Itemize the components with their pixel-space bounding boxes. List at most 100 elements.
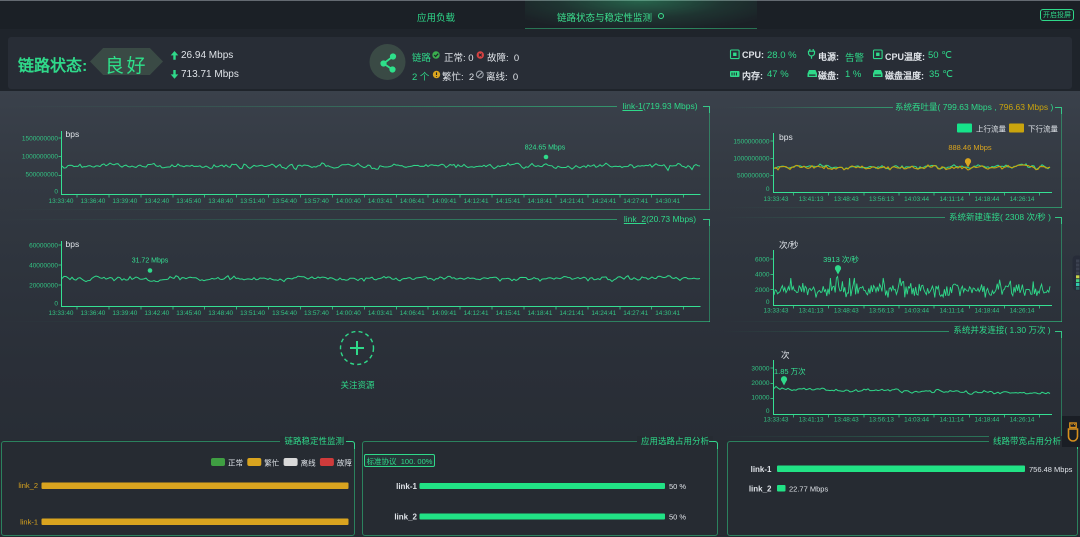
svg-text:13:36:40: 13:36:40 bbox=[80, 310, 105, 317]
svg-text:13:51:40: 13:51:40 bbox=[240, 310, 265, 317]
svg-text:14:03:44: 14:03:44 bbox=[904, 308, 929, 315]
svg-text:14:11:14: 14:11:14 bbox=[940, 196, 965, 203]
svg-text:14:09:41: 14:09:41 bbox=[432, 310, 457, 317]
svg-text:40000000: 40000000 bbox=[29, 263, 58, 270]
svg-text:10000: 10000 bbox=[751, 395, 769, 402]
svg-text:13:57:40: 13:57:40 bbox=[304, 310, 329, 317]
svg-text:13:48:43: 13:48:43 bbox=[834, 196, 859, 203]
svg-text:13:41:13: 13:41:13 bbox=[799, 308, 824, 315]
svg-text:14:24:41: 14:24:41 bbox=[591, 310, 616, 317]
svg-text:13:42:40: 13:42:40 bbox=[144, 310, 169, 317]
svg-text:13:33:43: 13:33:43 bbox=[764, 196, 789, 203]
svg-text:13:41:13: 13:41:13 bbox=[799, 196, 824, 203]
svg-text:14:26:14: 14:26:14 bbox=[1010, 417, 1035, 424]
svg-text:13:33:40: 13:33:40 bbox=[49, 310, 74, 317]
svg-text:0: 0 bbox=[766, 299, 770, 306]
svg-text:13:39:40: 13:39:40 bbox=[112, 310, 137, 317]
svg-text:13:45:40: 13:45:40 bbox=[176, 310, 201, 317]
svg-text:link_2: link_2 bbox=[749, 485, 772, 494]
svg-text:50 %: 50 % bbox=[669, 513, 686, 522]
svg-text:13:56:13: 13:56:13 bbox=[869, 196, 894, 203]
svg-text:次: 次 bbox=[781, 350, 790, 360]
svg-text:13:45:40: 13:45:40 bbox=[176, 198, 201, 205]
svg-text:1000000000: 1000000000 bbox=[22, 154, 59, 161]
svg-text:14:15:41: 14:15:41 bbox=[496, 310, 521, 317]
svg-text:4000: 4000 bbox=[755, 272, 770, 279]
svg-text:14:11:14: 14:11:14 bbox=[940, 417, 965, 424]
svg-text:14:03:41: 14:03:41 bbox=[368, 198, 393, 205]
svg-text:bps: bps bbox=[779, 132, 793, 142]
svg-text:6000: 6000 bbox=[755, 257, 770, 264]
svg-text:14:26:14: 14:26:14 bbox=[1010, 308, 1035, 315]
svg-text:14:00:40: 14:00:40 bbox=[336, 310, 361, 317]
svg-text:13:39:40: 13:39:40 bbox=[112, 198, 137, 205]
svg-text:20000: 20000 bbox=[751, 380, 769, 387]
svg-text:link-1: link-1 bbox=[20, 518, 38, 527]
svg-text:20000000: 20000000 bbox=[29, 283, 58, 290]
svg-text:13:56:13: 13:56:13 bbox=[869, 417, 894, 424]
svg-text:2000: 2000 bbox=[755, 287, 770, 294]
svg-text:14:21:41: 14:21:41 bbox=[559, 198, 584, 205]
svg-text:500000000: 500000000 bbox=[25, 172, 58, 179]
svg-text:14:30:41: 14:30:41 bbox=[655, 198, 680, 205]
svg-text:1500000000: 1500000000 bbox=[733, 139, 770, 146]
svg-text:1.85 万次: 1.85 万次 bbox=[774, 366, 806, 376]
svg-text:14:18:41: 14:18:41 bbox=[528, 310, 553, 317]
svg-text:14:11:14: 14:11:14 bbox=[940, 308, 965, 315]
svg-text:离线: 离线 bbox=[301, 458, 316, 468]
svg-text:13:57:40: 13:57:40 bbox=[304, 198, 329, 205]
svg-text:13:33:40: 13:33:40 bbox=[49, 198, 74, 205]
svg-text:13:54:40: 13:54:40 bbox=[272, 310, 297, 317]
svg-text:关注资源: 关注资源 bbox=[340, 380, 375, 390]
svg-text:14:00:40: 14:00:40 bbox=[336, 198, 361, 205]
svg-text:bps: bps bbox=[66, 239, 80, 249]
svg-text:3913 次/秒: 3913 次/秒 bbox=[823, 254, 859, 264]
svg-text:14:26:14: 14:26:14 bbox=[1010, 196, 1035, 203]
svg-text:14:27:41: 14:27:41 bbox=[623, 198, 648, 205]
svg-text:13:48:40: 13:48:40 bbox=[208, 198, 233, 205]
svg-text:0: 0 bbox=[54, 301, 58, 308]
svg-text:14:12:41: 14:12:41 bbox=[464, 310, 489, 317]
svg-text:60000000: 60000000 bbox=[29, 243, 58, 250]
svg-text:13:48:43: 13:48:43 bbox=[834, 308, 859, 315]
svg-text:500000000: 500000000 bbox=[737, 173, 770, 180]
svg-text:14:09:41: 14:09:41 bbox=[432, 198, 457, 205]
svg-text:0: 0 bbox=[766, 186, 770, 193]
svg-text:13:48:40: 13:48:40 bbox=[208, 310, 233, 317]
svg-text:繁忙: 繁忙 bbox=[264, 458, 279, 468]
svg-text:14:18:44: 14:18:44 bbox=[974, 417, 999, 424]
svg-text:14:30:41: 14:30:41 bbox=[655, 310, 680, 317]
svg-text:13:36:40: 13:36:40 bbox=[80, 198, 105, 205]
svg-text:14:18:44: 14:18:44 bbox=[974, 196, 999, 203]
svg-text:13:56:13: 13:56:13 bbox=[869, 308, 894, 315]
svg-text:次/秒: 次/秒 bbox=[779, 240, 799, 250]
svg-text:14:06:41: 14:06:41 bbox=[400, 310, 425, 317]
svg-text:13:33:43: 13:33:43 bbox=[764, 308, 789, 315]
svg-text:13:51:40: 13:51:40 bbox=[240, 198, 265, 205]
svg-text:14:18:41: 14:18:41 bbox=[528, 198, 553, 205]
svg-text:22.77 Mbps: 22.77 Mbps bbox=[789, 485, 828, 494]
svg-text:1500000000: 1500000000 bbox=[22, 136, 59, 143]
svg-text:13:54:40: 13:54:40 bbox=[272, 198, 297, 205]
svg-text:14:03:44: 14:03:44 bbox=[904, 417, 929, 424]
svg-text:14:21:41: 14:21:41 bbox=[559, 310, 584, 317]
svg-text:13:33:43: 13:33:43 bbox=[764, 417, 789, 424]
svg-text:1000000000: 1000000000 bbox=[733, 156, 770, 163]
svg-text:link_2: link_2 bbox=[18, 481, 38, 490]
svg-text:31.72 Mbps: 31.72 Mbps bbox=[132, 258, 169, 265]
svg-text:888.46 Mbps: 888.46 Mbps bbox=[948, 143, 992, 152]
svg-text:0: 0 bbox=[766, 408, 770, 415]
svg-text:bps: bps bbox=[66, 129, 80, 139]
svg-text:link-1: link-1 bbox=[396, 482, 417, 491]
svg-text:824.65 Mbps: 824.65 Mbps bbox=[525, 145, 566, 152]
svg-text:756.48 Mbps: 756.48 Mbps bbox=[1029, 465, 1073, 474]
svg-text:14:15:41: 14:15:41 bbox=[496, 198, 521, 205]
svg-text:14:03:44: 14:03:44 bbox=[904, 196, 929, 203]
svg-text:13:42:40: 13:42:40 bbox=[144, 198, 169, 205]
svg-text:14:24:41: 14:24:41 bbox=[591, 198, 616, 205]
svg-text:14:18:44: 14:18:44 bbox=[974, 308, 999, 315]
svg-text:上行流量: 上行流量 bbox=[976, 124, 1006, 134]
svg-text:link-1: link-1 bbox=[751, 465, 772, 474]
svg-text:故障: 故障 bbox=[337, 458, 352, 468]
svg-text:50 %: 50 % bbox=[669, 482, 686, 491]
